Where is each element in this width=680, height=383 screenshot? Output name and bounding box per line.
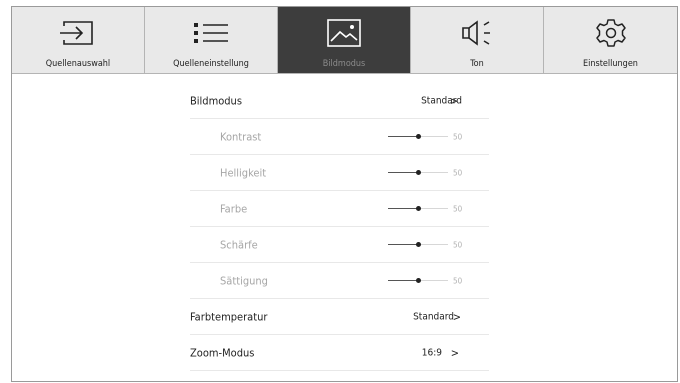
- row-slider-helligkeit[interactable]: Helligkeit 50: [190, 155, 489, 191]
- tab-bildmodus[interactable]: Bildmodus: [278, 7, 411, 73]
- slider-value: 50: [453, 204, 463, 213]
- row-slider-kontrast[interactable]: Kontrast 50: [190, 119, 489, 155]
- row-label: Kontrast: [220, 130, 262, 143]
- slider-value: 50: [453, 240, 463, 249]
- tab-einstellungen[interactable]: Einstellungen: [544, 7, 677, 73]
- slider-track-filled: [388, 135, 418, 137]
- input-source-icon: [60, 21, 93, 45]
- row-label: Farbtemperatur: [190, 310, 268, 323]
- chevron-right-icon: >: [450, 346, 459, 359]
- value-slider[interactable]: [388, 132, 448, 142]
- row-value: Standard: [413, 311, 454, 322]
- tab-ton[interactable]: Ton: [411, 7, 544, 73]
- row-label: Helligkeit: [220, 166, 267, 179]
- slider-track-filled: [388, 171, 418, 173]
- row-value: 16:9: [421, 347, 442, 358]
- tab-label: Einstellungen: [583, 59, 638, 69]
- settings-window: Quellenauswahl Quelleneinstellung Bildmo…: [11, 6, 678, 382]
- slider-value: 50: [453, 132, 463, 141]
- value-slider[interactable]: [388, 276, 448, 286]
- slider-track-empty: [418, 171, 448, 173]
- chevron-right-icon: >: [452, 310, 461, 323]
- slider-track-empty: [418, 243, 448, 245]
- row-label: Bildmodus: [190, 94, 242, 107]
- tab-label: Quellenauswahl: [45, 59, 111, 69]
- speaker-icon: [462, 20, 490, 46]
- slider-track-filled: [388, 243, 418, 245]
- row-slider-farbe[interactable]: Farbe 50: [190, 191, 489, 227]
- slider-knob[interactable]: [416, 133, 421, 139]
- row-slider-schärfe[interactable]: Schärfe 50: [190, 227, 489, 263]
- picture-icon: [327, 19, 361, 47]
- slider-track-empty: [418, 207, 448, 209]
- slider-track-filled: [388, 279, 418, 281]
- value-slider[interactable]: [388, 240, 448, 250]
- slider-track-empty: [418, 135, 448, 137]
- tab-label: Quelleneinstellung: [173, 59, 249, 69]
- list-icon: [194, 23, 228, 43]
- top-tab-bar: Quellenauswahl Quelleneinstellung Bildmo…: [12, 7, 677, 74]
- tab-quellenauswahl[interactable]: Quellenauswahl: [12, 7, 145, 73]
- slider-knob[interactable]: [416, 169, 421, 175]
- picture-settings-list: Bildmodus Standard > Kontrast 50 Helligkei…: [190, 83, 489, 371]
- row-bildmodus[interactable]: Bildmodus Standard >: [190, 83, 489, 119]
- row-label: Farbe: [220, 202, 248, 215]
- slider-knob[interactable]: [416, 277, 421, 283]
- row-label: Sättigung: [220, 274, 268, 287]
- chevron-right-icon: >: [449, 94, 458, 107]
- value-slider[interactable]: [388, 204, 448, 214]
- slider-knob[interactable]: [416, 241, 421, 247]
- tab-label: Bildmodus: [322, 59, 366, 69]
- slider-value: 50: [453, 168, 463, 177]
- gear-icon: [595, 19, 626, 47]
- row-slider-sättigung[interactable]: Sättigung 50: [190, 263, 489, 299]
- slider-track-filled: [388, 207, 418, 209]
- row-zoom-modus[interactable]: Zoom-Modus 16:9 >: [190, 335, 489, 371]
- slider-track-empty: [418, 279, 448, 281]
- row-farbtemperatur[interactable]: Farbtemperatur Standard >: [190, 299, 489, 335]
- row-label: Schärfe: [220, 238, 258, 251]
- slider-knob[interactable]: [416, 205, 421, 211]
- row-label: Zoom-Modus: [190, 346, 255, 359]
- tab-label: Ton: [470, 59, 484, 69]
- slider-value: 50: [453, 276, 463, 285]
- tab-quelleneinstellung[interactable]: Quelleneinstellung: [145, 7, 278, 73]
- value-slider[interactable]: [388, 168, 448, 178]
